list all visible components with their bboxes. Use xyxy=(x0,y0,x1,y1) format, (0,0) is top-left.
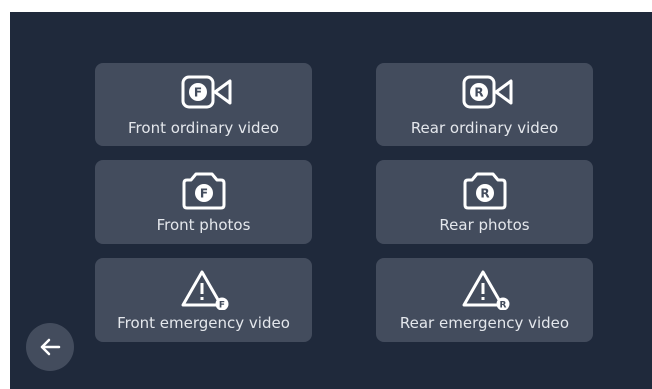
badge-letter: R xyxy=(480,187,489,201)
badge-letter: R xyxy=(499,301,506,311)
front-ordinary-video-button[interactable]: F Front ordinary video xyxy=(95,63,312,146)
file-browser-screen: F Front ordinary video R Rear ordinary v… xyxy=(10,12,652,389)
front-ordinary-video-label: Front ordinary video xyxy=(128,118,279,137)
front-video-camera-icon: F xyxy=(181,75,231,108)
badge-letter: F xyxy=(193,85,201,99)
rear-warning-icon: R xyxy=(462,270,509,311)
badge-letter: F xyxy=(218,301,224,311)
front-warning-icon: F xyxy=(181,270,228,311)
rear-ordinary-video-label: Rear ordinary video xyxy=(410,118,559,137)
rear-photos-label: Rear photos xyxy=(439,216,530,234)
front-photos-label: Front photos xyxy=(156,216,251,234)
badge-letter: R xyxy=(474,85,483,99)
rear-video-camera-icon: R xyxy=(462,75,512,108)
back-button[interactable] xyxy=(26,323,74,371)
front-camera-icon: F xyxy=(182,172,225,210)
front-emergency-video-button[interactable]: F Front emergency video xyxy=(95,258,312,342)
badge-letter: F xyxy=(199,187,207,201)
rear-camera-icon: R xyxy=(463,172,506,210)
rear-emergency-video-button[interactable]: R Rear emergency video xyxy=(376,258,593,342)
arrow-left-icon xyxy=(40,338,61,356)
front-emergency-video-label: Front emergency video xyxy=(117,314,290,332)
front-photos-button[interactable]: F Front photos xyxy=(95,160,312,244)
rear-emergency-video-label: Rear emergency video xyxy=(399,314,570,332)
rear-ordinary-video-button[interactable]: R Rear ordinary video xyxy=(376,63,593,146)
rear-photos-button[interactable]: R Rear photos xyxy=(376,160,593,244)
